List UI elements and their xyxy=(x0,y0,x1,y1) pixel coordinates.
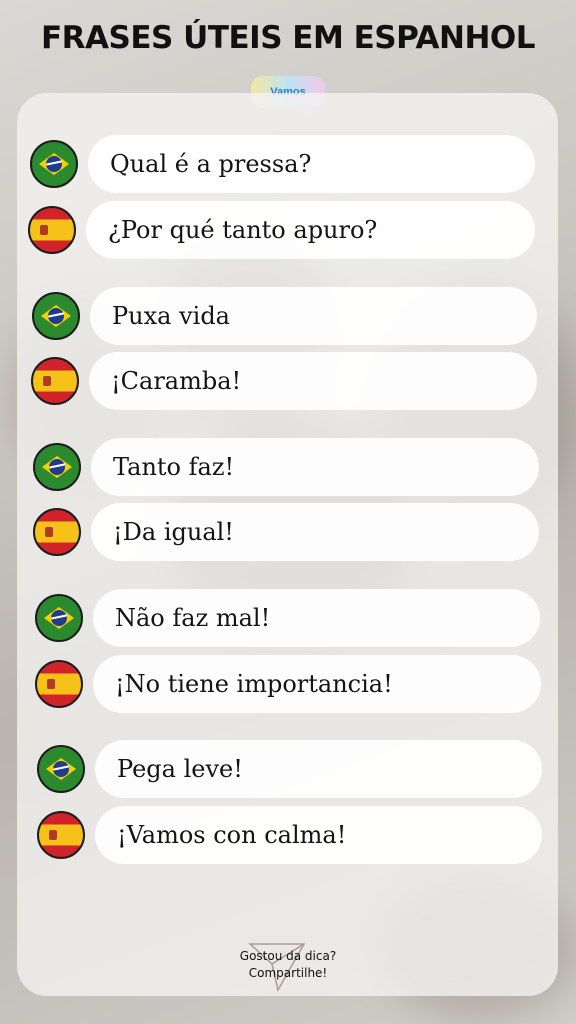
share-prompt: Gostou da dica? Compartilhe! xyxy=(226,948,350,982)
brazil-flag-icon xyxy=(35,594,83,642)
phrase-row-es: ¿Por qué tanto apuro? xyxy=(28,201,535,259)
phrase-es: ¡Da igual! xyxy=(91,503,539,561)
spain-flag-icon xyxy=(35,660,83,708)
brazil-flag-icon xyxy=(37,745,85,793)
share-question: Gostou da dica? xyxy=(239,949,337,963)
phrase-row-es: ¡No tiene importancia! xyxy=(35,655,541,713)
brazil-flag-icon xyxy=(32,292,80,340)
phrase-es: ¿Por qué tanto apuro? xyxy=(86,201,535,259)
spain-flag-icon xyxy=(37,811,85,859)
brazil-flag-icon xyxy=(30,140,78,188)
phrase-row-pt: Qual é a pressa? xyxy=(30,135,535,193)
phrase-row-es: ¡Vamos con calma! xyxy=(37,806,542,864)
share-call: Compartilhe! xyxy=(248,966,328,980)
phrase-row-es: ¡Da igual! xyxy=(33,503,539,561)
phrase-pt: Tanto faz! xyxy=(91,438,539,496)
phrase-es: ¡Vamos con calma! xyxy=(95,806,542,864)
phrase-row-pt: Não faz mal! xyxy=(35,589,540,647)
phrase-pt: Puxa vida xyxy=(90,287,537,345)
phrase-pt: Pega leve! xyxy=(95,740,542,798)
phrase-es: ¡Caramba! xyxy=(89,352,537,410)
brazil-flag-icon xyxy=(33,443,81,491)
phrase-pt: Qual é a pressa? xyxy=(88,135,535,193)
spain-flag-icon xyxy=(28,206,76,254)
phrase-row-pt: Puxa vida xyxy=(32,287,537,345)
spain-flag-icon xyxy=(31,357,79,405)
spain-flag-icon xyxy=(33,508,81,556)
phrase-es: ¡No tiene importancia! xyxy=(93,655,541,713)
page-title: FRASES ÚTEIS EM ESPANHOL xyxy=(41,20,536,56)
phrase-pt: Não faz mal! xyxy=(93,589,540,647)
phrase-row-pt: Tanto faz! xyxy=(33,438,539,496)
phrase-row-es: ¡Caramba! xyxy=(31,352,537,410)
phrase-row-pt: Pega leve! xyxy=(37,740,542,798)
